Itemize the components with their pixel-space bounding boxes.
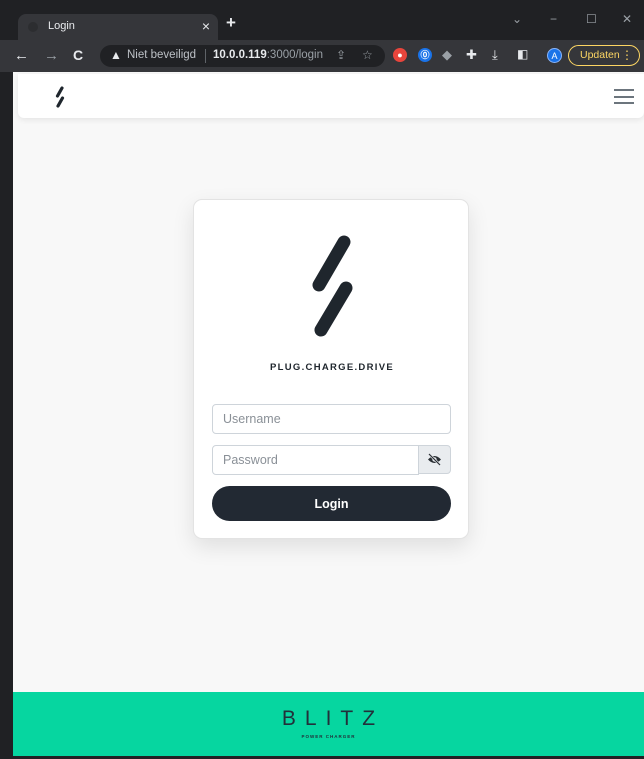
bookmark-star-icon[interactable]: ☆ xyxy=(362,48,373,62)
browser-tabstrip: Login × + ⌄ − ☐ ✕ xyxy=(0,0,644,40)
login-card: PLUG.CHARGE.DRIVE Login xyxy=(193,199,469,539)
app-navbar xyxy=(18,74,644,118)
username-input[interactable] xyxy=(212,404,451,434)
update-button[interactable]: Updaten ⋮ xyxy=(568,45,640,66)
close-window-button[interactable]: ✕ xyxy=(622,12,632,26)
page-viewport: PLUG.CHARGE.DRIVE Login BLITZ POWER CHAR… xyxy=(13,72,644,756)
password-input[interactable] xyxy=(212,445,419,475)
tab-favicon-icon xyxy=(28,22,38,32)
eye-slash-icon xyxy=(428,453,441,466)
browser-toolbar: ← → C ▲ Niet beveiligd 10.0.0.119:3000/l… xyxy=(0,40,644,72)
extension-arrow-icon[interactable]: ◆ xyxy=(442,47,452,63)
url-text[interactable]: 10.0.0.119:3000/login xyxy=(213,49,323,61)
menu-dots-icon: ⋮ xyxy=(621,48,633,62)
address-divider xyxy=(205,49,206,63)
blitz-logo-icon[interactable] xyxy=(54,86,66,108)
new-tab-button[interactable]: + xyxy=(226,13,236,33)
address-bar[interactable]: ▲ Niet beveiligd 10.0.0.119:3000/login ⇪… xyxy=(100,45,385,67)
extension-password-icon[interactable]: ⓪ xyxy=(418,48,432,62)
security-label[interactable]: Niet beveiligd xyxy=(127,49,196,61)
extensions-puzzle-icon[interactable]: ✚ xyxy=(466,47,477,63)
share-icon[interactable]: ⇪ xyxy=(336,48,346,62)
tab-login[interactable]: Login × xyxy=(18,14,218,40)
toggle-password-button[interactable] xyxy=(418,445,451,474)
url-host: 10.0.0.119 xyxy=(213,49,267,61)
blitz-logo-icon xyxy=(312,235,353,337)
maximize-button[interactable]: ☐ xyxy=(586,12,597,26)
update-label: Updaten xyxy=(580,49,620,61)
page-footer: BLITZ POWER CHARGER xyxy=(13,692,644,756)
profile-avatar[interactable]: A xyxy=(547,48,562,63)
warning-icon[interactable]: ▲ xyxy=(110,48,122,62)
tagline: PLUG.CHARGE.DRIVE xyxy=(270,362,394,373)
tab-search-icon[interactable]: ⌄ xyxy=(512,12,522,26)
side-panel-icon[interactable]: ◧ xyxy=(517,47,528,61)
login-button[interactable]: Login xyxy=(212,486,451,521)
back-button[interactable]: ← xyxy=(14,47,29,64)
url-path: :3000/login xyxy=(266,49,324,61)
extension-shield-icon[interactable]: ● xyxy=(393,48,407,62)
footer-brand-subtitle: POWER CHARGER xyxy=(301,734,356,739)
hamburger-menu-icon[interactable] xyxy=(614,89,634,104)
footer-brand: BLITZ xyxy=(281,707,385,730)
download-icon[interactable]: ⤓ xyxy=(492,47,498,63)
tab-title: Login xyxy=(48,20,75,32)
tab-close-icon[interactable]: × xyxy=(202,18,210,34)
reload-button[interactable]: C xyxy=(73,47,83,63)
forward-button[interactable]: → xyxy=(44,47,59,64)
minimize-button[interactable]: − xyxy=(550,12,557,26)
